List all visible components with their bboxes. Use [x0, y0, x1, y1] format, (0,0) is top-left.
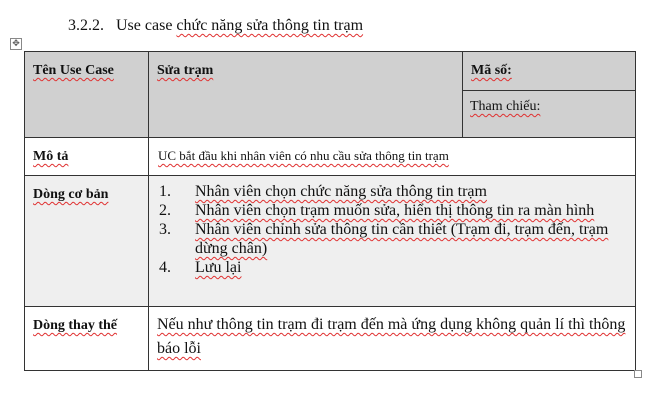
basic-flow-list: 1. Nhân viên chọn chức năng sửa thông tin… [149, 176, 635, 277]
alt-flow-value: Nếu như thông tin trạm đi trạm đến mà ứn… [157, 316, 626, 357]
use-case-name-label-cell: Tên Use Case [24, 51, 149, 138]
basic-flow-step: 1. Nhân viên chọn chức năng sửa thông tin… [159, 183, 487, 200]
section-title: chức năng sửa thông tin trạm [176, 17, 364, 34]
basic-flow-step: 4. Lưu lại [159, 259, 242, 276]
code-cell: Mã số: [462, 51, 636, 91]
reference-cell: Tham chiếu: [462, 90, 636, 138]
alt-flow-label: Dòng thay thế [33, 318, 118, 333]
description-value-cell: UC bắt đầu khi nhân viên có nhu cầu sửa … [148, 137, 636, 176]
description-value: UC bắt đầu khi nhân viên có nhu cầu sửa … [158, 148, 449, 163]
use-case-name-value-cell: Sửa trạm [148, 51, 463, 138]
use-case-table: Tên Use Case Sửa trạm Mã số: Tham chiếu:… [24, 51, 636, 371]
section-title-prefix: Use case [116, 17, 173, 34]
section-number: 3.2.2. [68, 17, 104, 34]
code-label: Mã số: [471, 63, 512, 78]
alt-flow-label-cell: Dòng thay thế [24, 306, 149, 371]
description-label: Mô tả [33, 149, 69, 164]
description-label-cell: Mô tả [24, 137, 149, 176]
use-case-name-label: Tên Use Case [33, 63, 114, 78]
table-move-handle-icon[interactable]: ✥ [10, 38, 22, 50]
basic-flow-label: Dòng cơ bản [33, 187, 109, 202]
basic-flow-step: 3. Nhân viên chỉnh sửa thông tin cần thiế… [159, 221, 609, 257]
use-case-name-value: Sửa trạm [157, 63, 214, 78]
basic-flow-cell: 1. Nhân viên chọn chức năng sửa thông tin… [148, 175, 636, 307]
alt-flow-cell: Nếu như thông tin trạm đi trạm đến mà ứn… [148, 306, 636, 371]
basic-flow-label-cell: Dòng cơ bản [24, 175, 149, 307]
section-heading: 3.2.2. Use case chức năng sửa thông tin … [68, 17, 363, 35]
table-resize-handle[interactable] [634, 370, 642, 378]
basic-flow-step: 2. Nhân viên chọn trạm muốn sửa, hiển thị… [159, 202, 595, 219]
reference-label: Tham chiếu: [470, 99, 541, 114]
